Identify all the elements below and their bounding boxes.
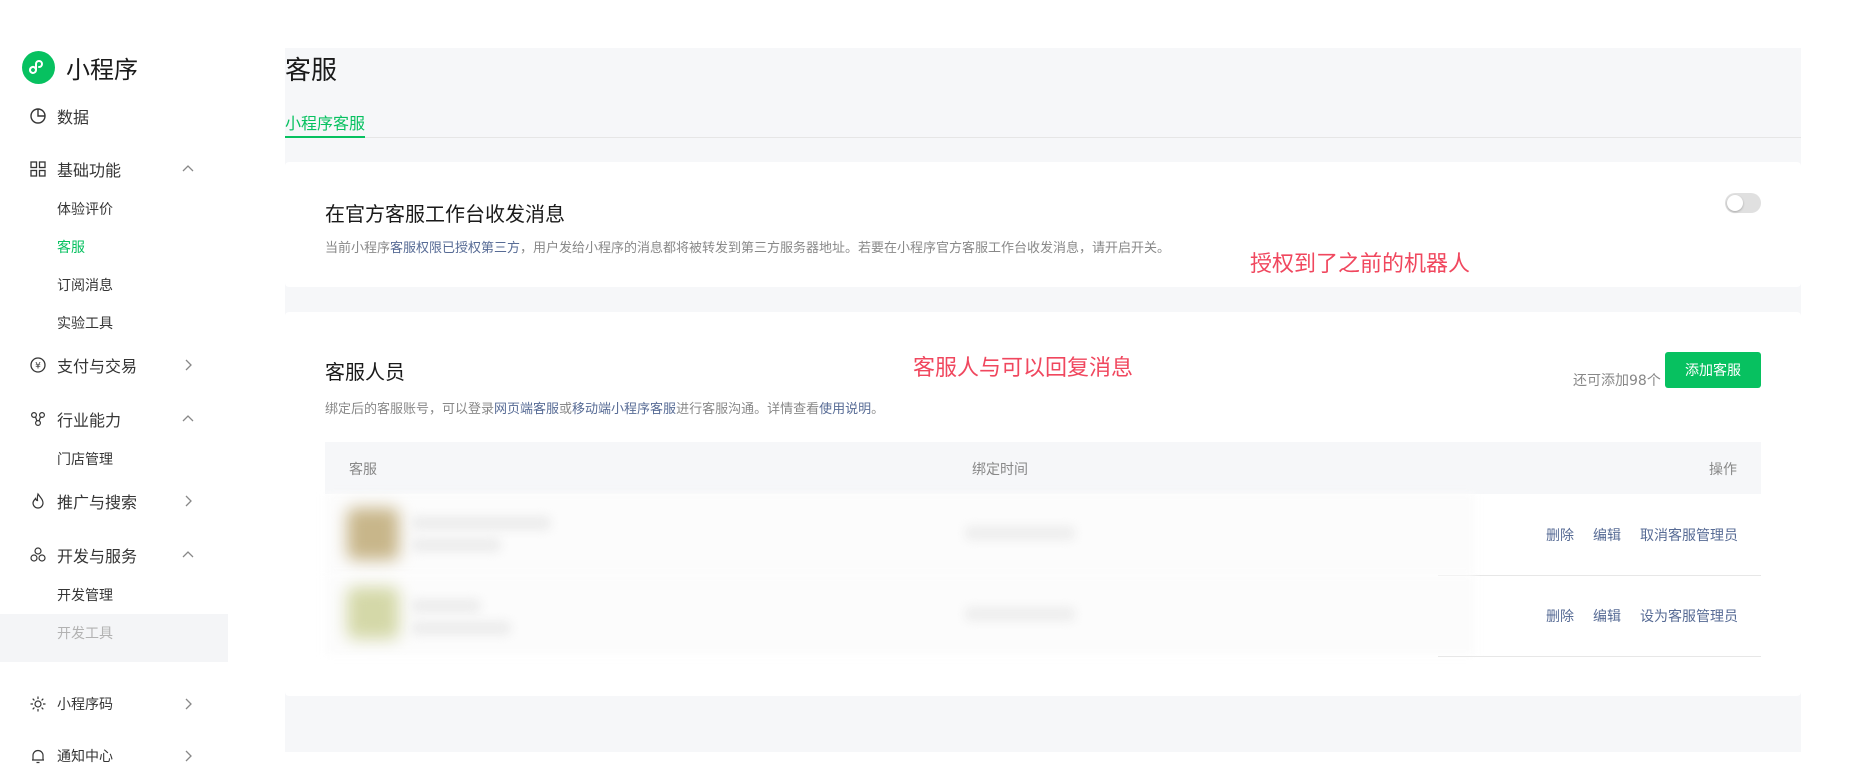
sidebar-item-basic[interactable]: 基础功能 <box>28 157 198 181</box>
workbench-desc: 当前小程序客服权限已授权第三方，用户发给小程序的消息都将被转发到第三方服务器地址… <box>325 237 1170 256</box>
row-divider <box>1438 656 1761 657</box>
staff-card: 客服人员 客服人与可以回复消息 还可添加98个 添加客服 绑定后的客服账号，可以… <box>285 312 1801 696</box>
sidebar-sub-dev-manage[interactable]: 开发管理 <box>57 586 113 606</box>
table-row: 删除 编辑 取消客服管理员 <box>325 494 1761 574</box>
desc-text: 。 <box>871 402 885 417</box>
chevron-right-icon <box>178 491 198 511</box>
blurred-name <box>411 516 551 530</box>
sidebar-item-label: 开发与服务 <box>57 547 138 566</box>
sidebar-item-label: 通知中心 <box>57 749 113 765</box>
delete-link[interactable]: 删除 <box>1546 606 1574 626</box>
sidebar-sub-subscribe[interactable]: 订阅消息 <box>57 276 113 296</box>
bell-icon <box>28 746 48 766</box>
column-bind-time: 绑定时间 <box>972 462 1028 478</box>
column-actions: 操作 <box>1709 462 1737 478</box>
desc-text: ，用户发给小程序的消息都将被转发到第三方服务器地址。若要在小程序官方客服工作台收… <box>520 241 1171 256</box>
chevron-up-icon <box>178 545 198 565</box>
page-title: 客服 <box>285 56 338 86</box>
brand-name: 小程序 <box>66 55 138 84</box>
chevron-right-icon <box>178 746 198 766</box>
tab-active-indicator <box>285 136 365 138</box>
chevron-right-icon <box>178 355 198 375</box>
blurred-name <box>411 621 511 635</box>
staff-desc: 绑定后的客服账号，可以登录网页端客服或移动端小程序客服进行客服沟通。详情查看使用… <box>325 398 884 417</box>
blurred-time <box>965 607 1075 621</box>
desc-text: 或 <box>559 402 573 417</box>
mini-program-logo-icon <box>22 50 55 84</box>
sidebar-sub-dev-tools[interactable]: 开发工具 <box>57 624 113 644</box>
edit-link[interactable]: 编辑 <box>1593 525 1621 545</box>
sidebar-hover-highlight <box>0 614 228 662</box>
annotation-staff-reply: 客服人与可以回复消息 <box>913 356 1134 381</box>
desc-text: 进行客服沟通。详情查看 <box>676 402 820 417</box>
column-staff: 客服 <box>349 462 377 478</box>
brand[interactable]: 小程序 <box>22 50 138 84</box>
avatar <box>347 587 399 639</box>
sidebar: 小程序 数据 基础功能 体验评价 客服 订阅消息 实验工具 ¥ 支付与交易 行业… <box>0 0 228 765</box>
chart-pie-icon <box>28 106 48 126</box>
sidebar-item-label: 推广与搜索 <box>57 493 138 512</box>
sidebar-item-label: 数据 <box>57 108 90 127</box>
cluster-icon <box>28 545 48 565</box>
authorized-third-party-link[interactable]: 客服权限已授权第三方 <box>390 241 520 256</box>
cancel-admin-link[interactable]: 取消客服管理员 <box>1640 525 1738 545</box>
yuan-circle-icon: ¥ <box>28 355 48 375</box>
add-staff-button[interactable]: 添加客服 <box>1665 352 1761 388</box>
sidebar-item-industry[interactable]: 行业能力 <box>28 407 198 431</box>
workbench-title: 在官方客服工作台收发消息 <box>325 202 565 226</box>
blurred-name <box>411 599 481 613</box>
sidebar-item-label: 支付与交易 <box>57 357 138 376</box>
sidebar-item-label: 基础功能 <box>57 161 122 180</box>
sidebar-item-promotion[interactable]: 推广与搜索 <box>28 489 198 513</box>
workbench-card: 在官方客服工作台收发消息 当前小程序客服权限已授权第三方，用户发给小程序的消息都… <box>285 162 1801 287</box>
sidebar-sub-experience[interactable]: 体验评价 <box>57 200 113 220</box>
blurred-row-bg <box>325 494 1475 574</box>
sidebar-sub-lab-tools[interactable]: 实验工具 <box>57 314 113 334</box>
table-header: 客服 绑定时间 操作 <box>325 442 1761 494</box>
sidebar-item-label: 小程序码 <box>57 697 113 713</box>
sidebar-sub-store[interactable]: 门店管理 <box>57 450 113 470</box>
mobile-service-link[interactable]: 移动端小程序客服 <box>572 402 676 417</box>
staff-title: 客服人员 <box>325 360 405 384</box>
blurred-row-bg <box>325 575 1475 655</box>
sidebar-item-payment[interactable]: ¥ 支付与交易 <box>28 353 198 377</box>
toggle-knob <box>1727 195 1743 211</box>
sidebar-sub-customer-service[interactable]: 客服 <box>57 238 85 258</box>
web-service-link[interactable]: 网页端客服 <box>494 402 559 417</box>
tab-divider <box>285 137 1801 138</box>
blurred-time <box>965 526 1075 540</box>
svg-text:¥: ¥ <box>35 362 41 372</box>
sidebar-item-notifications[interactable]: 通知中心 <box>28 744 198 768</box>
nodes-icon <box>28 409 48 429</box>
grid-icon <box>28 159 48 179</box>
sidebar-item-dev-services[interactable]: 开发与服务 <box>28 543 198 567</box>
chevron-up-icon <box>178 409 198 429</box>
avatar <box>347 508 399 560</box>
flame-icon <box>28 491 48 511</box>
blurred-name <box>411 538 501 552</box>
desc-text: 当前小程序 <box>325 241 391 256</box>
sidebar-item-label: 行业能力 <box>57 411 122 430</box>
annotation-authorized: 授权到了之前的机器人 <box>1250 252 1471 277</box>
delete-link[interactable]: 删除 <box>1546 525 1574 545</box>
sun-icon <box>28 694 48 714</box>
table-row: 删除 编辑 设为客服管理员 <box>325 575 1761 655</box>
sidebar-item-data[interactable]: 数据 <box>28 104 198 128</box>
chevron-up-icon <box>178 159 198 179</box>
remaining-count: 还可添加98个 <box>1573 373 1661 389</box>
set-admin-link[interactable]: 设为客服管理员 <box>1640 606 1738 626</box>
workbench-toggle[interactable] <box>1725 193 1761 213</box>
edit-link[interactable]: 编辑 <box>1593 606 1621 626</box>
sidebar-item-qrcode[interactable]: 小程序码 <box>28 692 198 716</box>
chevron-right-icon <box>178 694 198 714</box>
tab-mini-program-service[interactable]: 小程序客服 <box>285 110 365 138</box>
help-link[interactable]: 使用说明 <box>819 402 871 417</box>
desc-text: 绑定后的客服账号，可以登录 <box>325 402 495 417</box>
